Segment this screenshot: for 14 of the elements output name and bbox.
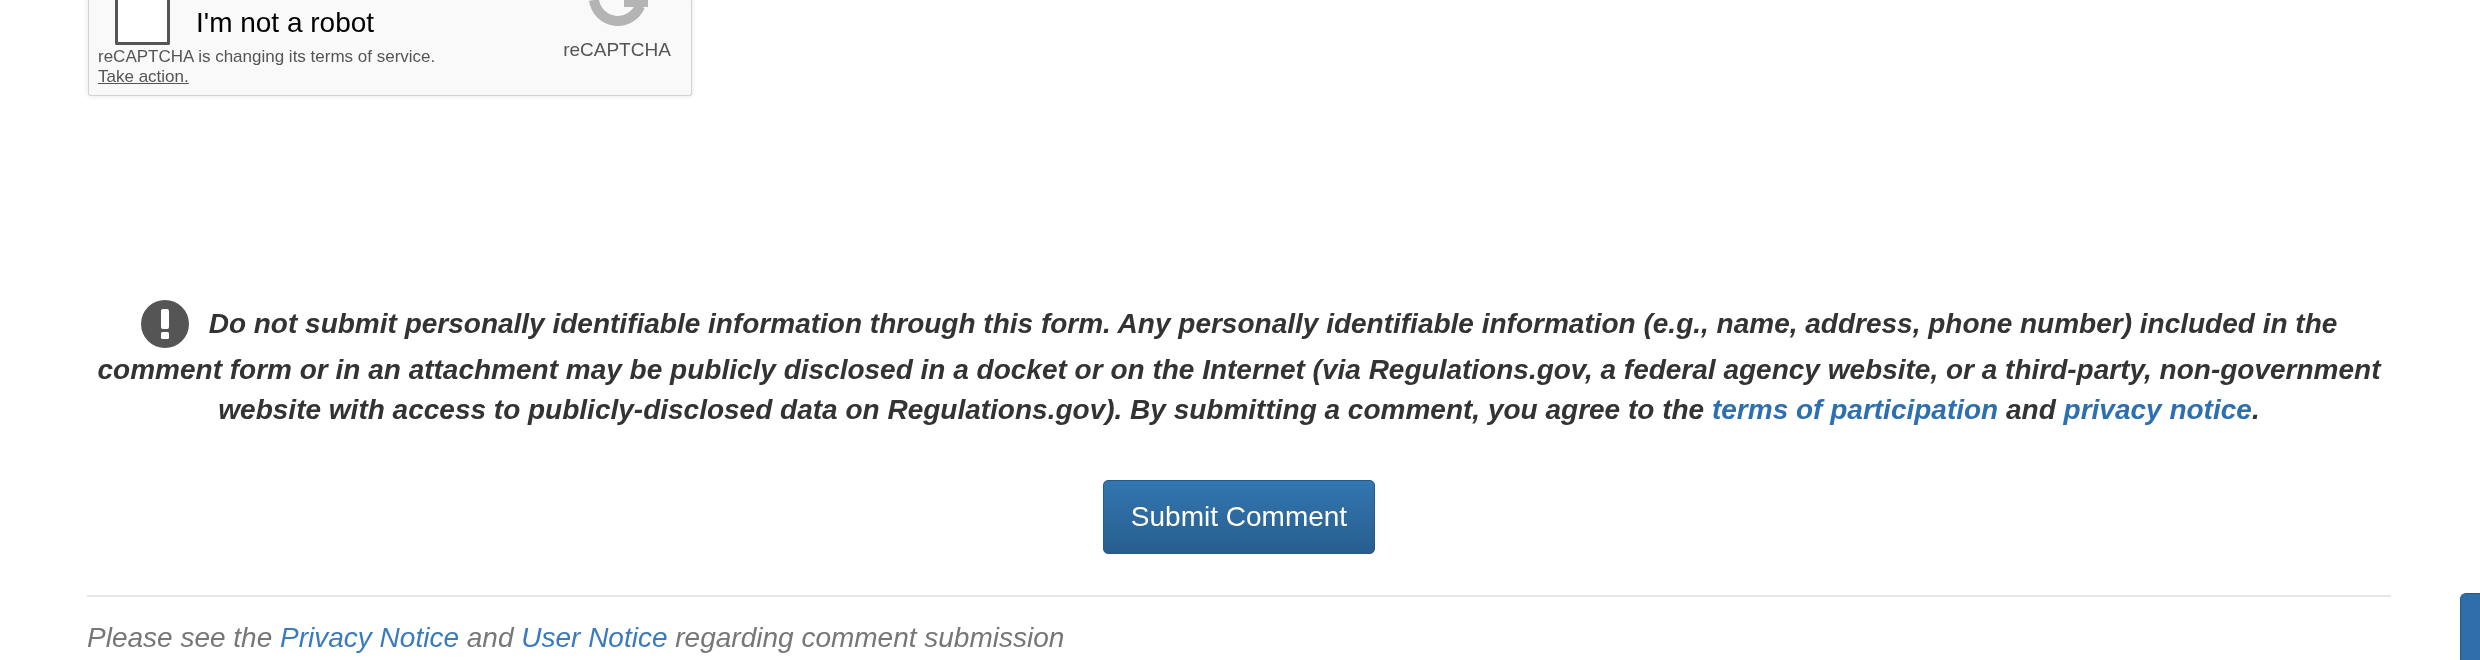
terms-notice: reCAPTCHA is changing its terms of service.: [98, 47, 436, 67]
checkbox[interactable]: [115, 0, 170, 45]
submit-comment-button[interactable]: Submit Comment: [1103, 480, 1375, 554]
text-link[interactable]: Privacy Notice: [280, 622, 459, 653]
text-link[interactable]: terms of participation: [1711, 394, 1999, 425]
text-link[interactable]: User Notice: [521, 622, 668, 653]
circular-arrow-icon: [586, 0, 648, 28]
warning-text: Do not submit personally identifiable information through this form. Any personally identifiable information (e.g., name, address, phone number) included in the comment form or in an attachment may be publicly disclosed in a docket or on the Internet (via Regulations.gov, a federal agency website, or a third-party, non-government website with access to publicly-disclosed data on Regulations.gov). By submitting a comment, you agree to the terms of participation and privacy notice.: [87, 302, 2391, 430]
brand-label: reCAPTCHA: [563, 39, 671, 61]
checkbox-label: I'm not a robot: [196, 6, 375, 39]
take-action-link[interactable]: Take action.: [98, 67, 189, 87]
footer-note: Please see the Privacy Notice and User Notice regarding comment submission: [87, 621, 1066, 655]
text-link[interactable]: privacy notice: [2063, 394, 2252, 425]
exclamation-icon: [140, 300, 189, 348]
